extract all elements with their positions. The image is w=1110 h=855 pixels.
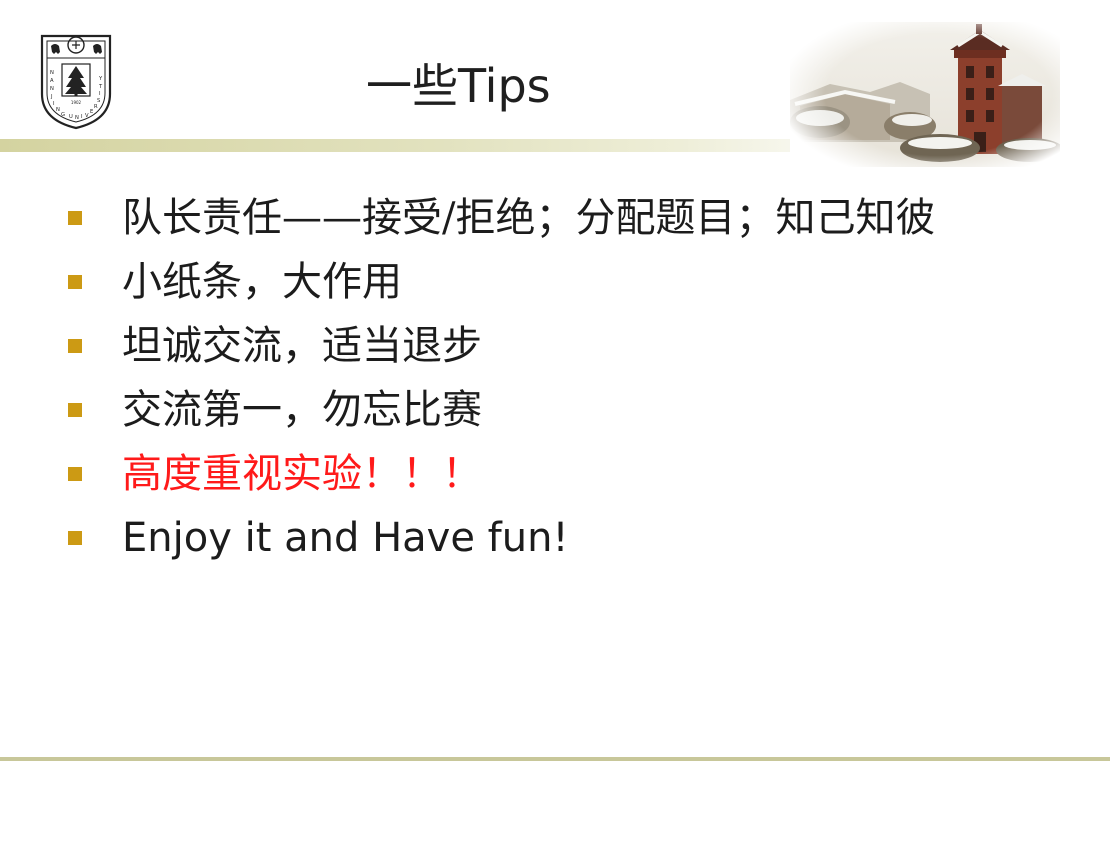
bullet-square-icon [68,211,82,225]
header-bar [0,139,800,152]
bullet-text-emphasis: 高度重视实验！！！ [122,451,482,497]
bullet-text: 交流第一，勿忘比赛 [122,387,482,433]
bullet-text: 小纸条，大作用 [122,259,402,305]
bullet-text: Enjoy it and Have fun! [122,515,569,561]
slide: 1902 NANJ ING UNI VER SITY 一些Tips 队长责任——… [0,0,1110,855]
svg-text:1902: 1902 [71,100,82,105]
footer-divider [0,757,1110,761]
list-item: Enjoy it and Have fun! [68,506,935,570]
bullet-square-icon [68,467,82,481]
bullet-list: 队长责任——接受/拒绝；分配题目；知己知彼 小纸条，大作用 坦诚交流，适当退步 … [68,186,935,570]
bullet-square-icon [68,531,82,545]
list-item: 队长责任——接受/拒绝；分配题目；知己知彼 [68,186,935,250]
bullet-square-icon [68,403,82,417]
list-item: 小纸条，大作用 [68,250,935,314]
bullet-square-icon [68,275,82,289]
university-building-image [790,22,1060,167]
list-item: 交流第一，勿忘比赛 [68,378,935,442]
bullet-square-icon [68,339,82,353]
bullet-text: 坦诚交流，适当退步 [122,323,482,369]
nanjing-university-seal-icon: 1902 NANJ ING UNI VER SITY [40,34,112,130]
bullet-text: 队长责任——接受/拒绝；分配题目；知己知彼 [122,195,936,241]
slide-title: 一些Tips [366,59,551,113]
list-item: 坦诚交流，适当退步 [68,314,935,378]
list-item: 高度重视实验！！！ [68,442,935,506]
